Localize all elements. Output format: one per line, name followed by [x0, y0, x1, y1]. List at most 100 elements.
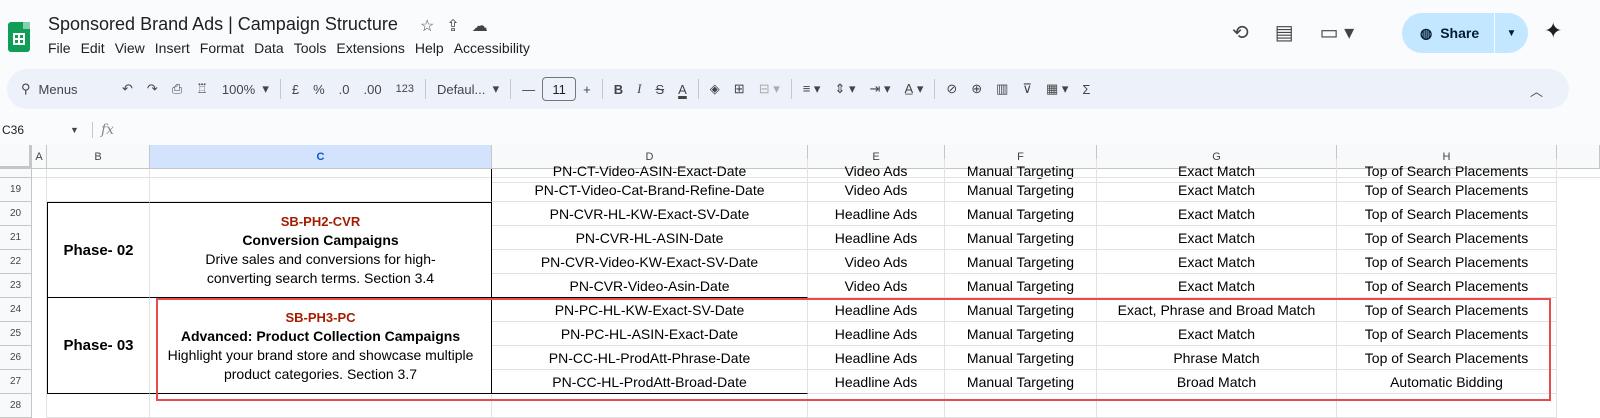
cell-ad-name[interactable]: PN-PC-HL-ASIN-Exact-Date — [492, 322, 808, 346]
comments-icon[interactable]: ▤ — [1275, 20, 1294, 45]
menu-insert[interactable]: Insert — [150, 40, 195, 56]
cell-placement[interactable]: Top of Search Placements — [1337, 274, 1557, 298]
borders-icon[interactable]: ⊞ — [727, 81, 752, 97]
row-header[interactable]: 19 — [0, 178, 32, 202]
move-to-folder-icon[interactable]: ⇪ — [446, 16, 459, 36]
cell-placement[interactable]: Top of Search Placements — [1337, 322, 1557, 346]
cell-ad-type[interactable]: Headline Ads — [808, 370, 945, 394]
cell-match-type[interactable]: Exact, Phrase and Broad Match — [1097, 298, 1337, 322]
row-header-partial[interactable] — [0, 169, 32, 178]
cell-ad-type[interactable]: Video Ads — [808, 250, 945, 274]
cell-ad-type[interactable]: Headline Ads — [808, 202, 945, 226]
cell-match-type[interactable]: Phrase Match — [1097, 346, 1337, 370]
cell-empty[interactable] — [150, 394, 492, 418]
cell-targeting[interactable]: Manual Targeting — [945, 274, 1097, 298]
cell-ad-type[interactable]: Headline Ads — [808, 226, 945, 250]
collapse-toolbar-icon[interactable]: ︿ — [1530, 81, 1543, 100]
italic-button[interactable]: I — [630, 81, 648, 97]
cell-placement[interactable]: Top of Search Placements — [1337, 250, 1557, 274]
font-size-input[interactable]: 11 — [542, 77, 577, 101]
insert-comment-icon[interactable]: ⊕ — [964, 81, 989, 97]
merge-cells-icon[interactable]: ⊟ ▾ — [752, 81, 787, 97]
functions-button[interactable]: Σ — [1075, 82, 1097, 97]
phase-label-cell[interactable]: Phase- 02 — [47, 202, 150, 298]
currency-button[interactable]: £ — [285, 82, 306, 97]
cell-targeting[interactable]: Manual Targeting — [945, 226, 1097, 250]
cell-placement[interactable]: Automatic Bidding — [1337, 370, 1557, 394]
row-header[interactable]: 27 — [0, 370, 32, 394]
cell-ad-type[interactable]: Video Ads — [808, 274, 945, 298]
share-button[interactable]: ◍ Share ▼ — [1402, 13, 1528, 53]
cell-targeting[interactable]: Manual Targeting — [945, 202, 1097, 226]
increase-decimal-button[interactable]: .00 — [357, 82, 389, 97]
share-main[interactable]: ◍ Share — [1402, 25, 1494, 42]
row-header[interactable]: 26 — [0, 346, 32, 370]
row-header[interactable]: 28 — [0, 394, 32, 418]
column-a-cells[interactable] — [32, 169, 47, 418]
undo-icon[interactable]: ↶ — [115, 81, 140, 97]
row-header[interactable]: 23 — [0, 274, 32, 298]
cell-match-type[interactable]: Broad Match — [1097, 370, 1337, 394]
decrease-decimal-button[interactable]: .0 — [332, 82, 357, 97]
cell-ad-type[interactable]: Headline Ads — [808, 298, 945, 322]
search-menus[interactable]: ⚲ Menus — [7, 81, 115, 97]
row-header[interactable]: 22 — [0, 250, 32, 274]
cell-ad-name[interactable]: PN-CT-Video-Cat-Brand-Refine-Date — [492, 178, 808, 202]
cell-empty[interactable] — [808, 394, 945, 418]
cell-ad-type[interactable]: Headline Ads — [808, 322, 945, 346]
zoom-select[interactable]: 100% ▾ — [215, 81, 276, 97]
column-header-c[interactable]: C — [150, 145, 492, 169]
cell-targeting[interactable]: Manual Targeting — [945, 178, 1097, 202]
cell-ad-name[interactable]: PN-CC-HL-ProdAtt-Broad-Date — [492, 370, 808, 394]
cell-empty[interactable] — [1097, 394, 1337, 418]
cell-placement[interactable]: Top of Search Placements — [1337, 202, 1557, 226]
cell-c19[interactable] — [150, 169, 492, 202]
cell-ad-name[interactable]: PN-CVR-Video-KW-Exact-SV-Date — [492, 250, 808, 274]
cell-ad-name[interactable]: PN-CVR-HL-KW-Exact-SV-Date — [492, 202, 808, 226]
cell-ad-name[interactable]: PN-CVR-HL-ASIN-Date — [492, 226, 808, 250]
name-box-dropdown-icon[interactable]: ▼ — [70, 125, 92, 135]
cell-placement[interactable]: Top of Search Placements — [1337, 346, 1557, 370]
print-icon[interactable]: ⎙ — [165, 81, 189, 97]
menu-format[interactable]: Format — [195, 40, 249, 56]
strikethrough-icon[interactable]: S — [648, 82, 671, 97]
cell-ad-name[interactable]: PN-CVR-Video-Asin-Date — [492, 274, 808, 298]
cell-match-type[interactable]: Exact Match — [1097, 322, 1337, 346]
menu-edit[interactable]: Edit — [76, 40, 110, 56]
row-header[interactable]: 20 — [0, 202, 32, 226]
menu-data[interactable]: Data — [249, 40, 289, 56]
campaign-description-cell[interactable]: SB-PH2-CVR Conversion Campaigns Drive sa… — [150, 202, 492, 298]
fill-color-icon[interactable]: ◈ — [703, 81, 727, 97]
insert-link-icon[interactable]: ⊘ — [939, 81, 964, 97]
star-icon[interactable]: ☆ — [420, 16, 434, 36]
select-all-corner[interactable] — [0, 145, 32, 169]
cell-ad-type[interactable]: Video Ads — [808, 178, 945, 202]
cloud-saved-icon[interactable]: ☁ — [472, 16, 488, 36]
cell-targeting[interactable]: Manual Targeting — [945, 370, 1097, 394]
cell-ad-name[interactable]: PN-CC-HL-ProdAtt-Phrase-Date — [492, 346, 808, 370]
menu-extensions[interactable]: Extensions — [331, 40, 409, 56]
column-header-i[interactable] — [1557, 145, 1600, 169]
menu-tools[interactable]: Tools — [289, 40, 332, 56]
font-family-select[interactable]: Defaul... ▾ — [430, 81, 506, 97]
menu-accessibility[interactable]: Accessibility — [449, 40, 535, 56]
column-header-b[interactable]: B — [47, 145, 150, 169]
cell-targeting[interactable]: Manual Targeting — [945, 250, 1097, 274]
version-history-icon[interactable]: ⟲ — [1232, 20, 1249, 45]
cell-targeting[interactable]: Manual Targeting — [945, 346, 1097, 370]
row-header[interactable]: 21 — [0, 226, 32, 250]
number-format-button[interactable]: 123 — [389, 83, 421, 95]
cell-placement[interactable]: Top of Search Placements — [1337, 178, 1557, 202]
vertical-align-icon[interactable]: ⇕ ▾ — [827, 81, 862, 97]
text-color-button[interactable]: A — [671, 82, 694, 97]
decrease-font-size-icon[interactable]: — — [515, 82, 542, 97]
phase-label-cell[interactable]: Phase- 03 — [47, 298, 150, 394]
row-header[interactable]: 24 — [0, 298, 32, 322]
cell-empty[interactable] — [1337, 394, 1557, 418]
text-wrapping-icon[interactable]: ⇥ ▾ — [863, 81, 898, 97]
share-dropdown-icon[interactable]: ▼ — [1495, 28, 1528, 39]
cell-targeting[interactable]: Manual Targeting — [945, 322, 1097, 346]
paint-format-icon[interactable]: ♖ — [189, 81, 215, 97]
sheets-logo-icon[interactable] — [8, 22, 30, 52]
row-header[interactable]: 25 — [0, 322, 32, 346]
